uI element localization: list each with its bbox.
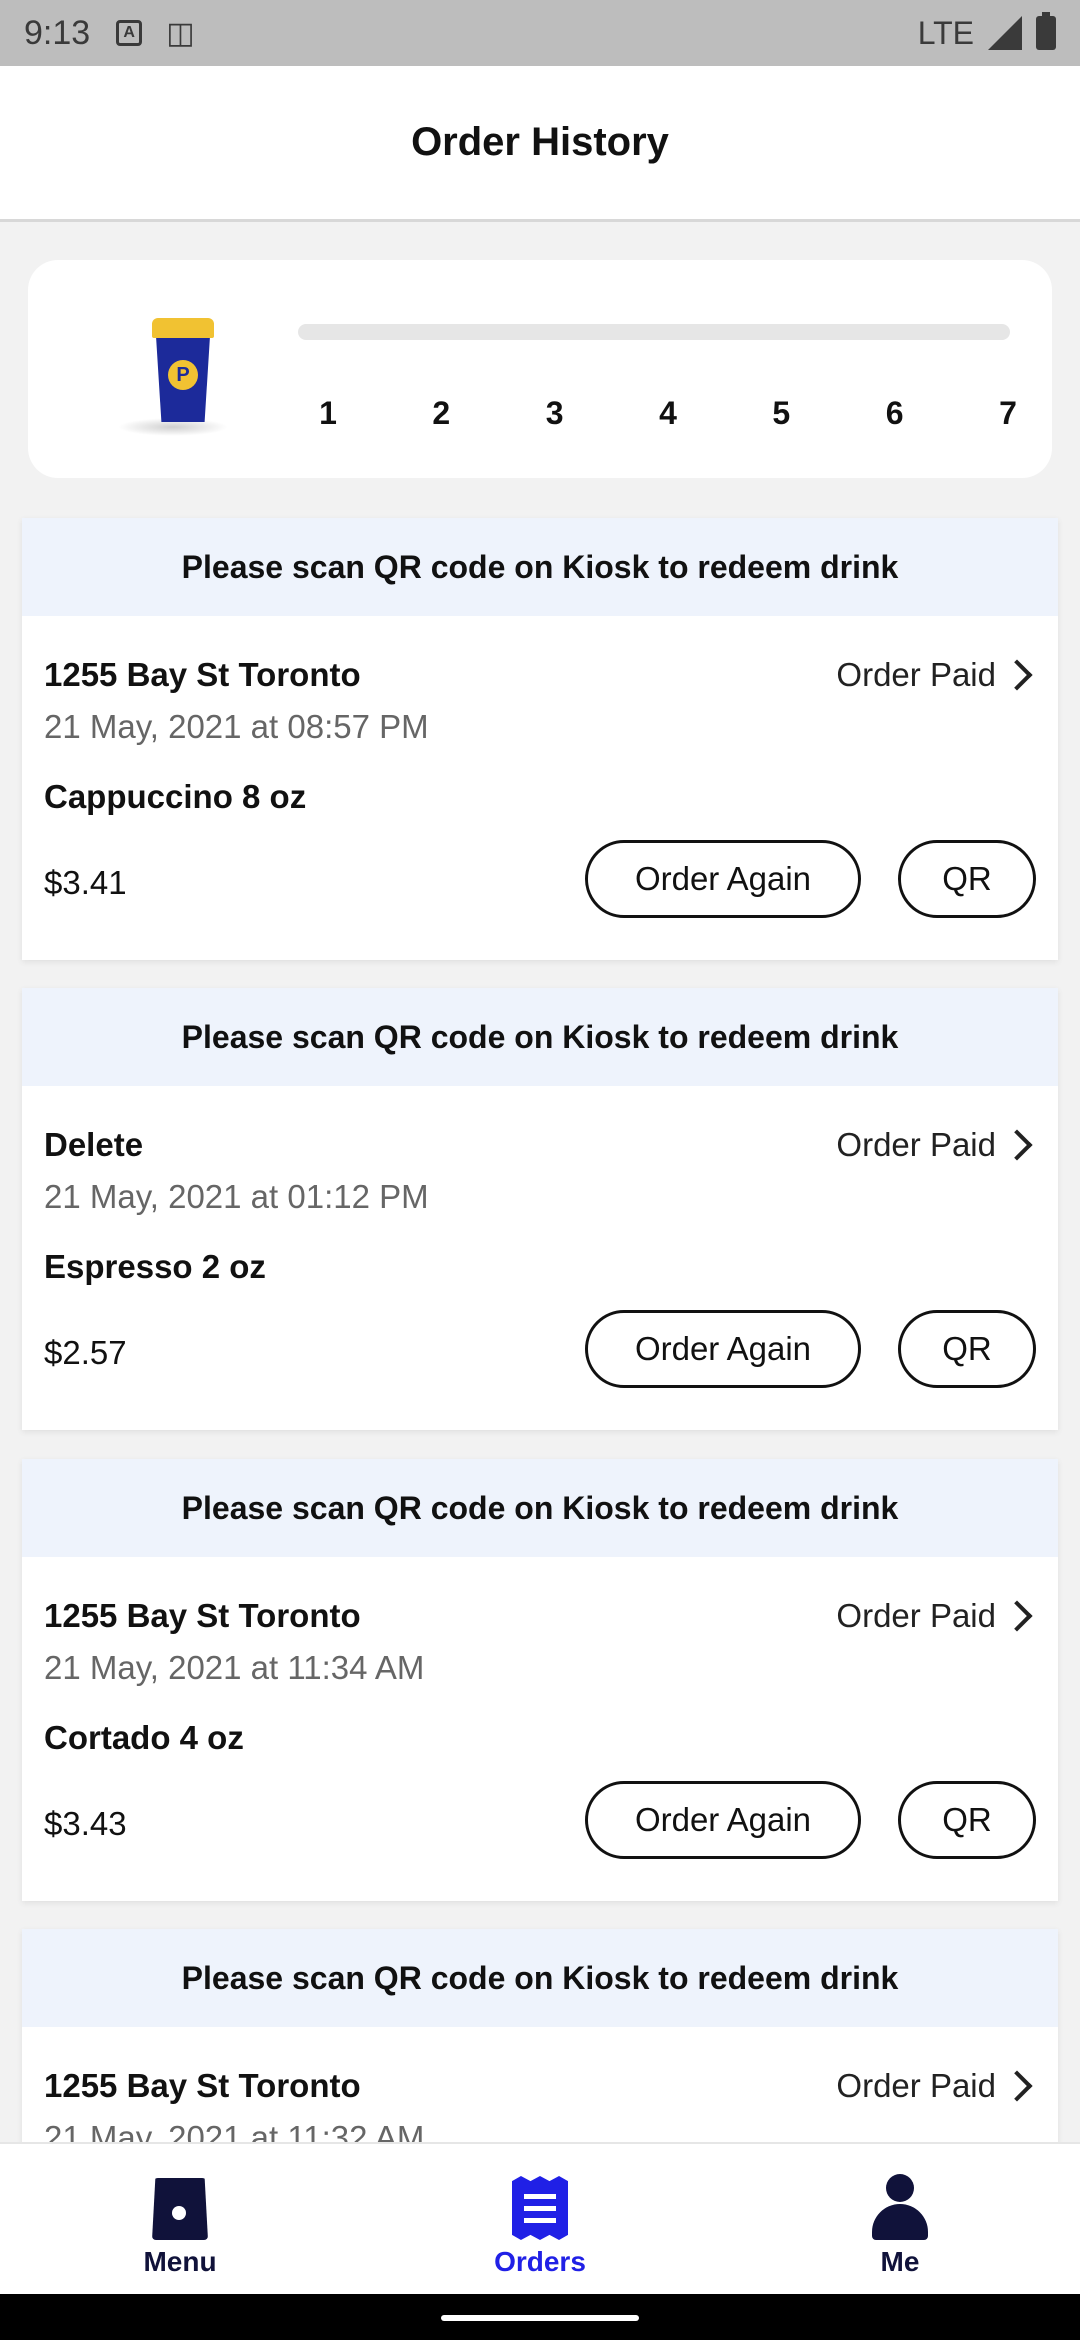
order-card[interactable]: Please scan QR code on Kiosk to redeem d…: [22, 1459, 1058, 1901]
system-nav-bar: [0, 2294, 1080, 2340]
page-title: Order History: [411, 120, 669, 164]
status-time: 9:13: [24, 13, 91, 52]
coffee-cup-icon: P: [118, 318, 248, 438]
order-date: 21 May, 2021 at 11:32 AM: [44, 2119, 425, 2142]
bottom-nav: Menu Orders Me: [0, 2142, 1080, 2294]
stamp-number: 6: [885, 395, 904, 431]
stamp-numbers: 1 2 3 4 5 6 7: [300, 395, 1036, 432]
home-gesture-handle[interactable]: [441, 2315, 639, 2321]
nav-label: Menu: [143, 2246, 217, 2277]
order-item: Espresso 2 oz: [44, 1248, 266, 1285]
stamp-number: 1: [319, 395, 337, 431]
order-history-list[interactable]: P 1 2 3 4 5 6 7 Please scan QR code on K…: [0, 222, 1080, 2142]
chevron-right-icon[interactable]: [1001, 2070, 1033, 2102]
chevron-right-icon[interactable]: [1001, 1600, 1033, 1632]
order-status[interactable]: Order Paid: [836, 656, 996, 694]
order-location: 1255 Bay St Toronto: [44, 2067, 361, 2104]
qr-button[interactable]: QR: [898, 840, 1036, 918]
order-price: $3.43: [44, 1805, 127, 1842]
stamp-card: P 1 2 3 4 5 6 7: [28, 260, 1052, 478]
order-location: Delete: [44, 1126, 144, 1163]
order-location: 1255 Bay St Toronto: [44, 656, 361, 693]
nav-label: Me: [880, 2246, 920, 2277]
order-again-button[interactable]: Order Again: [585, 1310, 861, 1388]
redeem-banner: Please scan QR code on Kiosk to redeem d…: [22, 518, 1058, 616]
nav-menu[interactable]: Menu: [70, 2144, 290, 2296]
nav-label: Orders: [494, 2246, 586, 2277]
coffee-cup-icon: [152, 2178, 208, 2240]
stamp-progress-bar: [298, 324, 1010, 340]
order-again-button[interactable]: Order Again: [585, 840, 861, 918]
order-price: $3.41: [44, 864, 127, 901]
order-item: Cappuccino 8 oz: [44, 778, 307, 815]
order-price: $2.57: [44, 1334, 127, 1371]
cup-logo: P: [168, 360, 198, 390]
battery-icon: [1036, 12, 1056, 50]
person-icon: [872, 2174, 928, 2240]
signal-icon: [988, 16, 1022, 50]
qr-button[interactable]: QR: [898, 1781, 1036, 1859]
order-date: 21 May, 2021 at 08:57 PM: [44, 708, 429, 745]
order-card[interactable]: Please scan QR code on Kiosk to redeem d…: [22, 988, 1058, 1430]
redeem-banner: Please scan QR code on Kiosk to redeem d…: [22, 988, 1058, 1086]
chevron-right-icon[interactable]: [1001, 1129, 1033, 1161]
order-date: 21 May, 2021 at 01:12 PM: [44, 1178, 429, 1215]
sim-icon: ◫: [166, 16, 195, 50]
stamp-number: 4: [659, 395, 677, 431]
qr-button[interactable]: QR: [898, 1310, 1036, 1388]
stamp-number: 3: [545, 395, 564, 431]
chevron-right-icon[interactable]: [1001, 659, 1033, 691]
order-card[interactable]: Please scan QR code on Kiosk to redeem d…: [22, 518, 1058, 960]
stamp-number: 2: [432, 395, 451, 431]
order-card[interactable]: Please scan QR code on Kiosk to redeem d…: [22, 1929, 1058, 2142]
stamp-number: 7: [999, 395, 1017, 431]
stamp-number: 5: [772, 395, 791, 431]
order-date: 21 May, 2021 at 11:34 AM: [44, 1649, 425, 1686]
redeem-banner: Please scan QR code on Kiosk to redeem d…: [22, 1459, 1058, 1557]
redeem-banner: Please scan QR code on Kiosk to redeem d…: [22, 1929, 1058, 2027]
status-bar: 9:13 A ◫ LTE: [0, 0, 1080, 66]
receipt-icon: [512, 2176, 568, 2240]
app-header: Order History: [0, 66, 1080, 222]
order-status[interactable]: Order Paid: [836, 1597, 996, 1635]
order-item: Cortado 4 oz: [44, 1719, 244, 1756]
keyboard-a-icon: A: [116, 20, 143, 46]
order-status[interactable]: Order Paid: [836, 2067, 996, 2105]
nav-orders[interactable]: Orders: [430, 2144, 650, 2296]
order-status[interactable]: Order Paid: [836, 1126, 996, 1164]
network-type: LTE: [917, 14, 974, 51]
nav-me[interactable]: Me: [790, 2144, 1010, 2296]
order-again-button[interactable]: Order Again: [585, 1781, 861, 1859]
order-location: 1255 Bay St Toronto: [44, 1597, 361, 1634]
